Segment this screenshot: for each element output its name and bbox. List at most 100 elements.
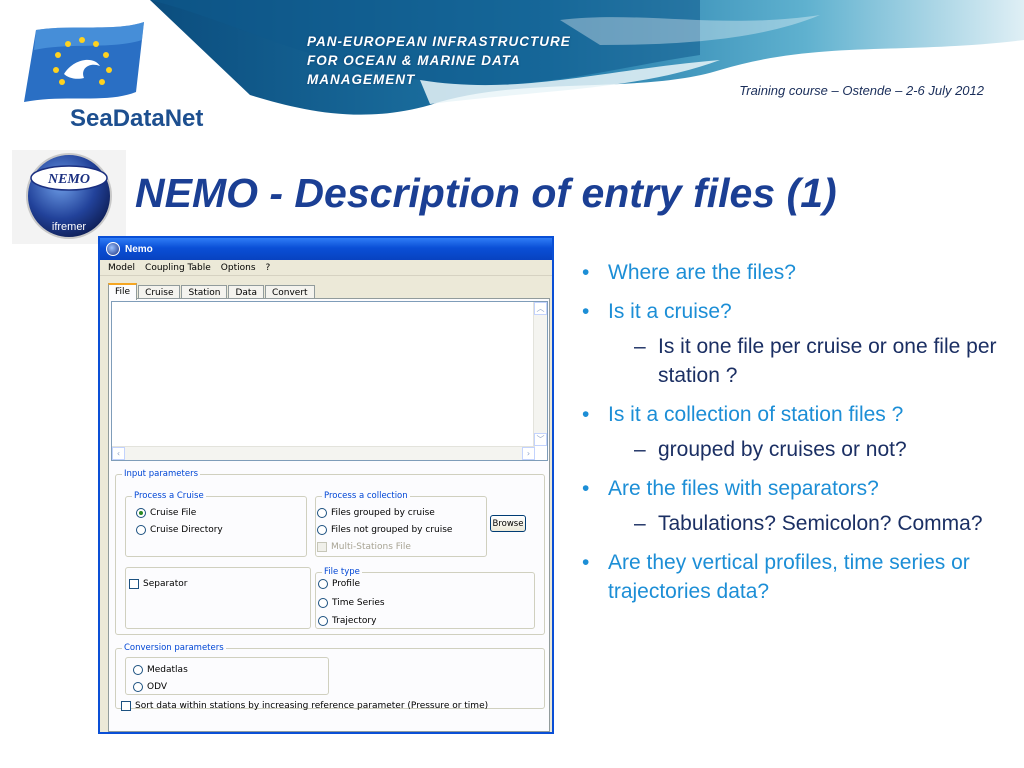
file-list-area[interactable]: ︿ ﹀ ‹ › — [111, 301, 548, 461]
radio-selected-icon — [136, 508, 146, 518]
radio-icon — [317, 508, 327, 518]
tab-file[interactable]: File — [108, 283, 138, 300]
scroll-down-icon[interactable]: ﹀ — [534, 433, 547, 446]
radio-profile-label: Profile — [332, 579, 360, 589]
bullet-dot-icon: • — [582, 477, 590, 500]
bullet-text: Are the files with separators? — [608, 477, 879, 500]
radio-icon — [318, 598, 328, 608]
bullet-dash-icon: – — [634, 438, 646, 461]
checkbox-multi-stations[interactable]: Multi-Stations File — [317, 542, 411, 552]
radio-time-series[interactable]: Time Series — [318, 598, 385, 608]
bullet-list: • Where are the files? • Is it a cruise? –… — [582, 258, 1002, 616]
infrastructure-banner: PAN-EUROPEAN INFRASTRUCTURE FOR OCEAN & … — [307, 32, 571, 89]
nemo-window: Nemo Model Coupling Table Options ? File… — [98, 236, 554, 734]
slide-title: NEMO - Description of entry files (1) — [135, 170, 837, 216]
radio-time-series-label: Time Series — [332, 598, 385, 608]
bullet-text: Is it a collection of station files ? — [608, 403, 904, 426]
horizontal-scrollbar[interactable]: ‹ › — [112, 446, 535, 460]
bullet-text: Are they vertical profiles, time series … — [608, 551, 970, 603]
bullet-item: • Where are the files? — [582, 258, 1002, 287]
bullet-dot-icon: • — [582, 300, 590, 323]
conversion-parameters-legend: Conversion parameters — [124, 643, 224, 653]
bullet-item: • Are they vertical profiles, time series… — [582, 548, 1002, 606]
scroll-left-icon[interactable]: ‹ — [112, 447, 125, 460]
menu-coupling-table[interactable]: Coupling Table — [145, 263, 211, 273]
process-collection-legend: Process a collection — [324, 491, 408, 501]
radio-files-not-grouped[interactable]: Files not grouped by cruise — [317, 525, 452, 535]
radio-cruise-directory-label: Cruise Directory — [150, 525, 223, 535]
checkbox-icon — [121, 701, 131, 711]
sub-bullet-item: – grouped by cruises or not? — [582, 435, 1002, 464]
file-type-legend: File type — [324, 567, 360, 577]
process-cruise-legend: Process a Cruise — [134, 491, 204, 501]
radio-trajectory[interactable]: Trajectory — [318, 616, 376, 626]
vertical-scrollbar[interactable]: ︿ ﹀ — [533, 302, 547, 446]
sub-bullet-text: Is it one file per cruise or one file pe… — [658, 335, 997, 387]
scroll-right-icon[interactable]: › — [522, 447, 535, 460]
bullet-dash-icon: – — [634, 512, 646, 535]
seadatanet-logo: SeaDataNet — [24, 22, 203, 132]
radio-profile[interactable]: Profile — [318, 579, 360, 589]
sub-bullet-text: Tabulations? Semicolon? Comma? — [658, 512, 983, 535]
radio-cruise-file-label: Cruise File — [150, 508, 197, 518]
radio-cruise-file[interactable]: Cruise File — [136, 508, 196, 518]
radio-icon — [136, 525, 146, 535]
sub-bullet-text: grouped by cruises or not? — [658, 438, 907, 461]
app-icon — [106, 242, 120, 256]
training-course-label: Training course – Ostende – 2-6 July 201… — [739, 83, 984, 98]
checkbox-disabled-icon — [317, 542, 327, 552]
browse-button[interactable]: Browse — [490, 515, 526, 532]
radio-odv-label: ODV — [147, 682, 168, 692]
menu-help[interactable]: ? — [266, 263, 271, 273]
radio-files-grouped[interactable]: Files grouped by cruise — [317, 508, 435, 518]
menu-bar: Model Coupling Table Options ? — [100, 260, 552, 276]
radio-trajectory-label: Trajectory — [332, 616, 377, 626]
bullet-text: Where are the files? — [608, 261, 796, 284]
banner-line-1: PAN-EUROPEAN INFRASTRUCTURE — [307, 34, 571, 49]
tab-cruise[interactable]: Cruise — [138, 285, 181, 299]
banner-line-3: MANAGEMENT — [307, 72, 416, 87]
file-tab-panel: ︿ ﹀ ‹ › Input parameters Process a Cruis… — [108, 298, 550, 732]
nemo-logo: NEMO ifremer — [12, 150, 126, 244]
radio-odv[interactable]: ODV — [133, 682, 167, 692]
tab-station[interactable]: Station — [181, 285, 228, 299]
radio-icon — [318, 579, 328, 589]
radio-icon — [133, 665, 143, 675]
scroll-up-icon[interactable]: ︿ — [534, 302, 547, 315]
menu-model[interactable]: Model — [108, 263, 135, 273]
bullet-dot-icon: • — [582, 403, 590, 426]
bullet-item: • Is it a cruise? — [582, 297, 1002, 326]
banner-line-2: FOR OCEAN & MARINE DATA — [307, 53, 521, 68]
nemo-logo-text: NEMO — [47, 172, 90, 187]
bullet-item: • Are the files with separators? — [582, 474, 1002, 503]
ifremer-logo-text: ifremer — [52, 221, 87, 233]
sub-bullet-item: – Is it one file per cruise or one file p… — [582, 332, 1002, 390]
tab-strip: File Cruise Station Data Convert — [108, 282, 316, 300]
window-titlebar[interactable]: Nemo — [100, 238, 552, 260]
tab-convert[interactable]: Convert — [264, 285, 315, 299]
input-parameters-legend: Input parameters — [124, 469, 199, 479]
bullet-item: • Is it a collection of station files ? — [582, 400, 1002, 429]
multi-stations-label: Multi-Stations File — [331, 542, 411, 552]
sub-bullet-item: – Tabulations? Semicolon? Comma? — [582, 509, 1002, 538]
checkbox-sort-data[interactable]: Sort data within stations by increasing … — [121, 701, 488, 711]
checkbox-separator[interactable]: Separator — [129, 579, 187, 589]
tab-data[interactable]: Data — [228, 285, 264, 299]
radio-cruise-directory[interactable]: Cruise Directory — [136, 525, 223, 535]
window-title: Nemo — [125, 243, 153, 255]
seadatanet-logo-text: SeaDataNet — [70, 105, 203, 132]
radio-icon — [133, 682, 143, 692]
sort-data-label: Sort data within stations by increasing … — [135, 701, 489, 711]
radio-medatlas[interactable]: Medatlas — [133, 665, 188, 675]
bullet-text: Is it a cruise? — [608, 300, 732, 323]
separator-group — [125, 567, 311, 629]
menu-options[interactable]: Options — [221, 263, 256, 273]
separator-label: Separator — [143, 579, 188, 589]
radio-icon — [318, 616, 328, 626]
radio-icon — [317, 525, 327, 535]
process-cruise-group: Process a Cruise — [125, 491, 307, 557]
bullet-dot-icon: • — [582, 551, 590, 574]
checkbox-icon — [129, 579, 139, 589]
bullet-dot-icon: • — [582, 261, 590, 284]
radio-medatlas-label: Medatlas — [147, 665, 188, 675]
